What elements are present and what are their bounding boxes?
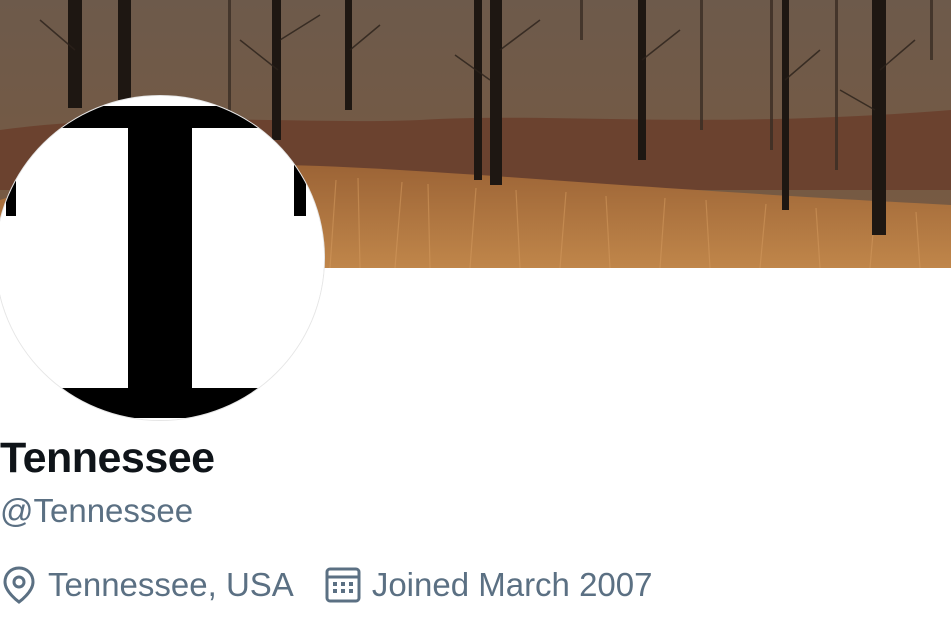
profile-location: Tennessee, USA	[0, 564, 294, 606]
user-handle: @Tennessee	[0, 492, 194, 529]
profile-joined-date: Joined March 2007	[324, 564, 653, 606]
joined-text: Joined March 2007	[371, 566, 653, 603]
profile-page: Tennessee @Tennessee Tennessee, USA Join…	[0, 0, 951, 634]
map-pin-icon	[0, 564, 38, 606]
profile-avatar[interactable]	[0, 96, 324, 420]
calendar-icon	[324, 564, 362, 606]
profile-meta-row: Tennessee, USA Joined March 2007	[0, 562, 683, 608]
display-name: Tennessee	[0, 434, 215, 482]
location-text: Tennessee, USA	[48, 566, 294, 603]
